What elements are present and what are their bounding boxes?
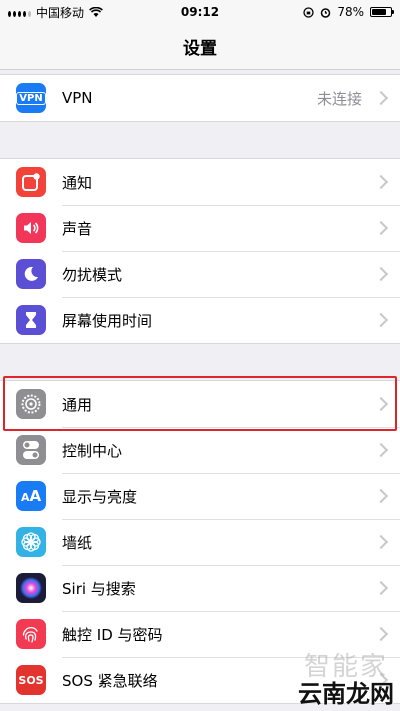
- status-bar: 中国移动 09:12 78%: [0, 0, 400, 24]
- chevron-right-icon: [373, 220, 389, 236]
- settings-row-label: 墙纸: [62, 533, 93, 552]
- speaker-icon: [16, 213, 46, 243]
- notifications-group: 通知声音勿扰模式屏幕使用时间: [0, 158, 400, 344]
- settings-row-display[interactable]: AA 显示与亮度: [0, 473, 400, 519]
- page-title: 设置: [183, 39, 217, 59]
- chevron-right-icon: [373, 396, 389, 412]
- chevron-right-icon: [373, 534, 389, 550]
- settings-row-label: Siri 与搜索: [62, 579, 136, 598]
- siri-icon: [16, 573, 46, 603]
- status-right: 78%: [303, 5, 394, 19]
- carrier-label: 中国移动: [36, 5, 85, 20]
- fingerprint-icon: [16, 619, 46, 649]
- signal-icon: [8, 8, 31, 17]
- settings-row-label: VPN: [62, 89, 93, 107]
- settings-row-dnd[interactable]: 勿扰模式: [0, 251, 400, 297]
- chevron-right-icon: [373, 312, 389, 328]
- toggle-icon: [16, 435, 46, 465]
- settings-row-label: 触控 ID 与密码: [62, 625, 163, 644]
- notification-icon: [16, 167, 46, 197]
- settings-row-wallpaper[interactable]: 墙纸: [0, 519, 400, 565]
- sos-icon: SOS: [16, 665, 46, 695]
- settings-row-label: 显示与亮度: [62, 487, 138, 506]
- wifi-icon: [89, 7, 103, 17]
- settings-row-notifications[interactable]: 通知: [0, 159, 400, 205]
- settings-row-general[interactable]: 通用: [0, 381, 400, 427]
- vpn-icon: VPN: [16, 83, 46, 113]
- settings-row-screen-time[interactable]: 屏幕使用时间: [0, 297, 400, 343]
- settings-row-sounds[interactable]: 声音: [0, 205, 400, 251]
- watermark-text: 云南龙网: [298, 680, 394, 708]
- chevron-right-icon: [373, 442, 389, 458]
- alarm-icon: [321, 7, 331, 18]
- battery-percent: 78%: [337, 5, 364, 19]
- settings-row-control-center[interactable]: 控制中心: [0, 427, 400, 473]
- hourglass-icon: [16, 305, 46, 335]
- chevron-right-icon: [373, 580, 389, 596]
- settings-row-label: 通用: [62, 395, 93, 414]
- moon-icon: [16, 259, 46, 289]
- settings-row-label: 通知: [62, 173, 93, 192]
- vpn-group: VPN VPN 未连接: [0, 74, 400, 122]
- chevron-right-icon: [373, 174, 389, 190]
- settings-row-label: 勿扰模式: [62, 265, 123, 284]
- settings-row-vpn[interactable]: VPN VPN 未连接: [0, 75, 400, 121]
- settings-row-label: 声音: [62, 219, 93, 238]
- settings-row-label: SOS 紧急联络: [62, 671, 158, 690]
- chevron-right-icon: [373, 266, 389, 282]
- settings-row-label: 屏幕使用时间: [62, 311, 153, 330]
- settings-row-value: 未连接: [316, 89, 362, 108]
- flower-icon: [16, 527, 46, 557]
- gear-icon: [16, 389, 46, 419]
- orientation-lock-icon: [303, 6, 314, 18]
- status-time: 09:12: [180, 5, 220, 19]
- settings-row-siri[interactable]: Siri 与搜索: [0, 565, 400, 611]
- status-left: 中国移动: [8, 4, 103, 21]
- text-size-icon: AA: [16, 481, 46, 511]
- chevron-right-icon: [373, 90, 389, 106]
- chevron-right-icon: [373, 488, 389, 504]
- nav-bar: 设置: [0, 24, 400, 70]
- battery-icon: [370, 7, 394, 17]
- chevron-right-icon: [373, 626, 389, 642]
- settings-row-label: 控制中心: [62, 441, 123, 460]
